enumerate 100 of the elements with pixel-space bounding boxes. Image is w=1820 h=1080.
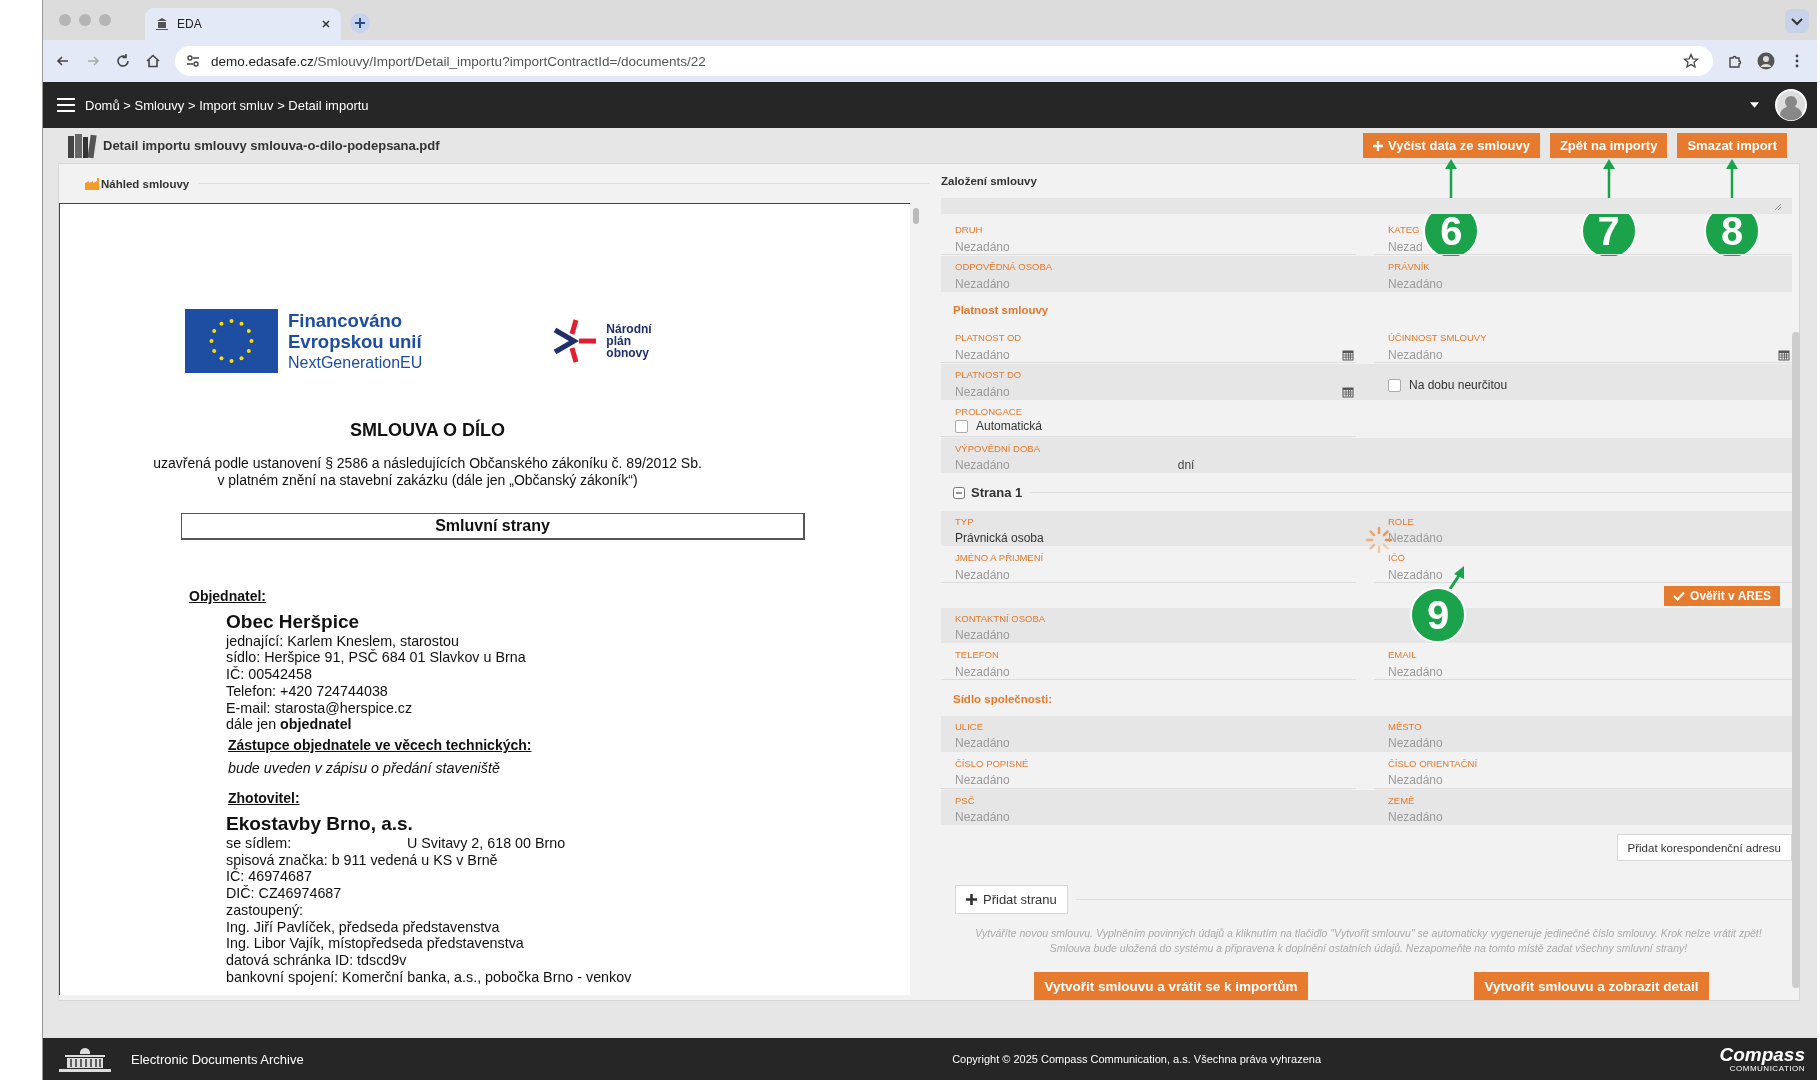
field-label: ODPOVĚDNÁ OSOBA [955,261,1053,273]
brand-logo: Compass [1719,1045,1805,1064]
field-label: PROLONGACE [955,406,1023,417]
input-field[interactable]: Nezadáno [955,239,1010,254]
document-heading: Zástupce objednatele ve věcech technických: [227,736,532,754]
calendar-icon[interactable] [1342,385,1354,398]
input-field[interactable]: Nezadáno [955,664,1010,679]
eu-flag-icon [185,309,278,373]
field-label: PLATNOST OD [955,332,1022,344]
verify-button[interactable]: Ověřit v ARES [1664,586,1780,607]
field-label: KATEG [1388,224,1420,236]
field-label: JMÉNO A PŘIJMENÍ [955,552,1044,564]
document-text: zastoupený: [225,901,305,919]
input-field[interactable]: Nezadáno [1388,276,1443,291]
input-field[interactable]: Nezadáno [955,567,1010,582]
scrollbar-thumb[interactable] [913,208,919,224]
party-name: Ekostavby Brno, a.s. [225,813,414,836]
document-text: Ing. Libor Vajík, místopředseda představenstva [225,935,525,952]
callout-badge: 9 [1410,587,1466,644]
action-button[interactable]: Zpět na importy [1549,133,1668,158]
logo-text: NextGenerationEU [288,352,423,373]
add-party-button[interactable]: Přidat stranu [955,885,1068,915]
app-name: Electronic Documents Archive [131,1051,304,1067]
factory-icon [85,177,99,190]
checkbox[interactable]: Automatická [955,419,1043,433]
collapse-icon[interactable] [953,486,965,499]
caret-icon[interactable] [1750,102,1759,108]
logo-text: plán [606,335,631,347]
plus-icon [966,894,977,906]
unit-label: dní [1177,458,1195,473]
copyright-text: Copyright © 2025 Compass Communication, a.s. Všechna práva vyhrazena [952,1053,1321,1065]
document-heading: Zhotovitel: [227,790,300,808]
field-label: IČO [1388,552,1405,564]
input-field[interactable]: Nezadáno [955,773,1010,788]
star-icon[interactable] [1683,53,1699,69]
avatar-icon[interactable] [1775,89,1807,121]
input-field[interactable]: Nezad [1388,239,1423,254]
input-field[interactable]: Nezadáno [955,276,1010,291]
field-label: EMAIL [1388,649,1417,661]
document-text: v platném znění na stavební zakázku (dále jen „Občanský zákoník“) [216,472,639,489]
checkbox[interactable]: Na dobu neurčitou [1388,378,1508,393]
plus-icon[interactable] [349,12,371,34]
resize-grip-icon[interactable] [1774,202,1782,211]
logo-text: obnovy [606,347,650,359]
menu-icon[interactable] [57,98,75,112]
close-icon[interactable] [321,19,331,29]
home-icon[interactable] [145,53,161,69]
calendar-icon[interactable] [1778,348,1790,361]
action-button[interactable]: Smazat import [1677,133,1787,158]
field-value[interactable]: Právnická osoba [955,531,1044,546]
input-field[interactable]: Nezadáno [1388,347,1443,362]
settings-icon[interactable] [185,53,201,69]
info-note: Vytváříte novou smlouvu. Vyplněním povinných údajů a kliknutím na tlačidlo "Vytvořit smlouvu" se automaticky vygeneruje jedinečné číslo smlouvy. Krok nelze vrátit zpět! Smlouva bude uložená do systému a připravena k doplnění ostatních údajů. Nezapomeňte na tomto místě zadat všechny smluvní strany! [974,926,1763,957]
page-title: Detail importu smlouvy smlouva-o-dilo-podepsana.pdf [103,138,440,153]
field-label: ROLE [1388,515,1414,527]
input-field[interactable]: Nezadáno [955,384,1010,399]
party-name: Obec Heršpice [225,610,361,633]
document-text: U Svitavy 2, 618 00 Brno [407,835,566,852]
logo-text: Financováno [288,309,404,331]
document-text: IČ: 46974687 [225,868,313,885]
input-field[interactable]: Nezadáno [955,458,1010,473]
section-box: Smluvní strany [181,513,805,540]
document-text: uzavřená podle ustanovení § 2586 a následujících Občanského zákoníku č. 89/2012 Sb. [152,455,703,472]
field-label: KONTAKTNÍ OSOBA [955,612,1046,624]
submit-button[interactable]: Vytvořit smlouvu a vrátit se k importům [1034,972,1308,1001]
input-field[interactable]: Nezadáno [1388,773,1443,788]
document-text: sídlo: Heršpice 91, PSČ 684 01 Slavkov u Brna [225,649,527,666]
puzzle-icon[interactable] [1727,53,1743,69]
breadcrumb[interactable]: Domů > Smlouvy > Import smluv > Detail importu [85,97,369,113]
logo-text: Národní [606,323,652,335]
profile-icon[interactable] [1757,52,1775,70]
books-icon [67,132,97,159]
field-label: ÚČINNOST SMLOUVY [1388,332,1487,344]
field-label: TYP [955,515,974,527]
reload-icon[interactable] [115,53,131,69]
input-field[interactable]: Nezadáno [1388,531,1443,546]
panel-title: Založení smlouvy [941,174,1037,187]
input-field[interactable]: Nezadáno [1388,736,1443,751]
input-field[interactable]: Nezadáno [955,628,1010,643]
section-title: Platnost smlouvy [953,303,1049,319]
field-label: ČÍSLO ORIENTAČNÍ [1388,757,1478,769]
calendar-icon[interactable] [1342,348,1354,361]
scrollbar-thumb[interactable] [1792,332,1800,988]
add-address-button[interactable]: Přidat korespondenční adresu [1616,834,1792,862]
address-field[interactable]: demo.edasafe.cz/Smlouvy/Import/Detail_importu?importContractId=/documents/22 [175,46,1713,76]
input-field[interactable]: Nezadáno [1388,664,1443,679]
input-field[interactable]: Nezadáno [955,736,1010,751]
submit-button[interactable]: Vytvořit smlouvu a zobrazit detail [1474,972,1709,1001]
browser-tab[interactable]: EDA [145,8,341,40]
panel-title: Náhled smlouvy [101,177,190,190]
input-field[interactable]: Nezadáno [1388,567,1443,582]
document-text: IČ: 00542458 [225,666,313,683]
action-button[interactable]: Vyčíst data ze smlouvy [1363,133,1540,158]
building-icon [57,1046,113,1072]
input-field[interactable]: Nezadáno [1388,810,1443,825]
input-field[interactable]: Nezadáno [955,810,1010,825]
input-field[interactable]: Nezadáno [955,347,1010,362]
document-text: Ing. Jiří Pavlíček, předseda představenstva [225,918,501,936]
chevron-down-icon[interactable] [1785,9,1809,33]
document-text: dále jen objednatel [225,716,353,733]
